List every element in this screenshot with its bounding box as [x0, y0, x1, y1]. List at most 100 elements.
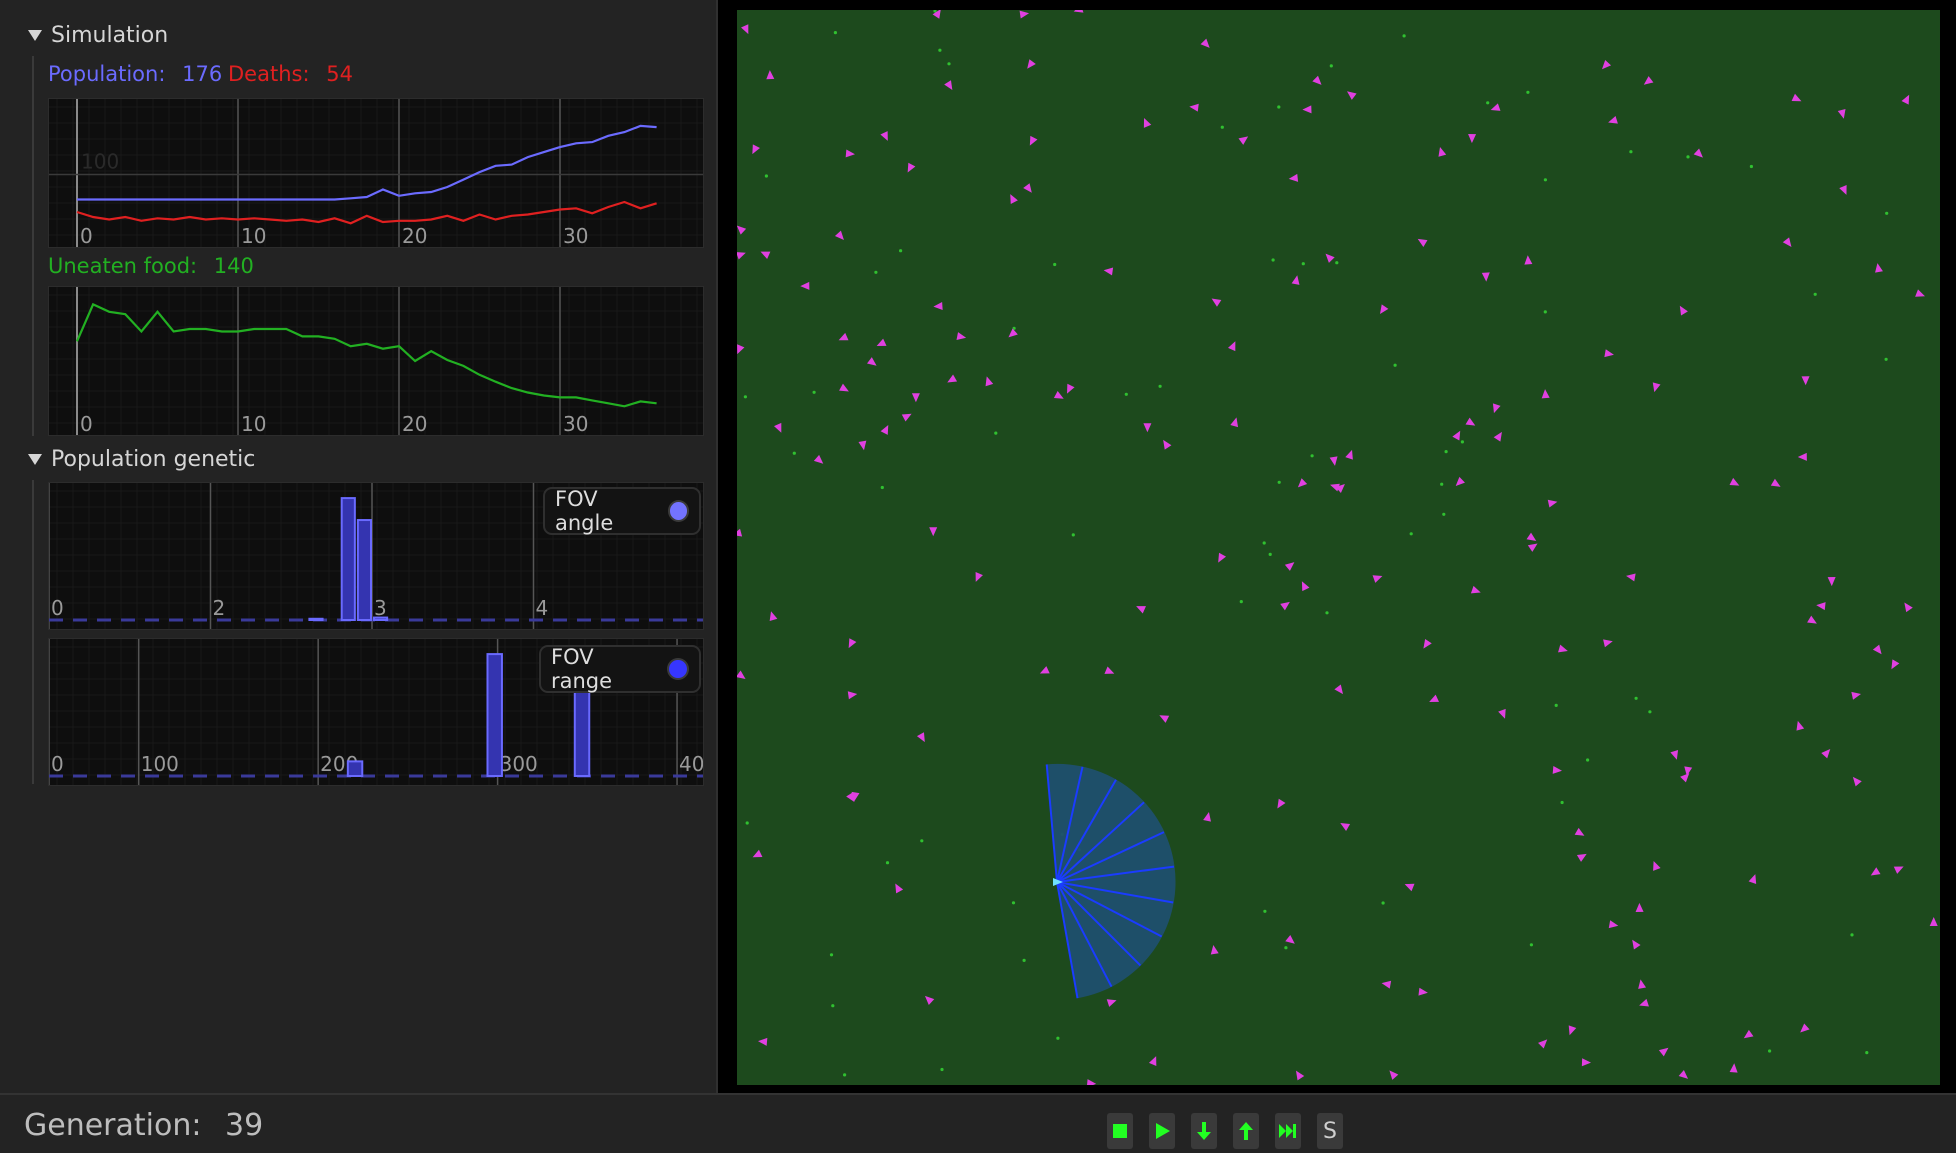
x-tick-label: 3	[374, 596, 387, 620]
y-tick-label: 100	[81, 150, 119, 174]
creature	[880, 131, 888, 141]
creature	[1023, 183, 1032, 193]
creature	[1381, 980, 1392, 989]
creature	[1875, 263, 1883, 273]
fast-forward-button[interactable]	[1275, 1113, 1301, 1149]
food-pellet	[1310, 454, 1314, 458]
population-deaths-chart: 0 10 20 30 100	[49, 99, 703, 247]
creature	[1345, 449, 1353, 460]
creature	[1297, 478, 1308, 488]
x-tick-label: 30	[563, 224, 588, 247]
step-down-button[interactable]	[1191, 1113, 1217, 1149]
creature	[907, 162, 916, 173]
creature	[1816, 602, 1826, 611]
creature	[1143, 423, 1152, 433]
creature	[1782, 237, 1792, 247]
stop-button[interactable]	[1107, 1113, 1133, 1149]
deaths-value: 54	[326, 62, 353, 86]
food-pellet	[1071, 533, 1075, 537]
food-pellet	[1402, 34, 1406, 38]
creature	[1039, 666, 1050, 674]
creature	[1678, 1069, 1689, 1079]
creature	[735, 252, 746, 260]
creature	[1280, 601, 1290, 611]
simulation-world[interactable]	[732, 4, 1940, 1088]
s-button[interactable]: S	[1317, 1113, 1343, 1149]
creature	[901, 413, 912, 422]
arrow-down-icon	[1197, 1122, 1211, 1140]
fov-angle-histogram[interactable]: 0 2 3 4 FOV angle	[48, 482, 704, 630]
creature	[847, 691, 858, 700]
creature	[1019, 10, 1030, 19]
x-tick-label: 40	[679, 752, 703, 776]
food-pellet	[1335, 261, 1339, 265]
x-tick-label: 20	[402, 224, 427, 247]
fov-range-histogram[interactable]: 0 100 200 300 40 FOV range	[48, 638, 704, 786]
creature	[1870, 867, 1881, 876]
creature	[1404, 883, 1415, 892]
food-pellet	[1543, 310, 1547, 314]
food-pellet	[1460, 440, 1464, 444]
skip-forward-icon	[1279, 1124, 1296, 1138]
food-pellet	[1381, 901, 1385, 905]
simulation-header[interactable]: Simulation	[28, 20, 168, 50]
step-up-button[interactable]	[1233, 1113, 1259, 1149]
play-button[interactable]	[1149, 1113, 1175, 1149]
creature	[1498, 708, 1506, 719]
histogram-bar	[486, 653, 503, 777]
creature	[1603, 639, 1613, 648]
world-canvas	[732, 4, 1938, 1088]
fov-range-color-dot[interactable]	[667, 658, 689, 680]
population-stat: Population: 176	[48, 62, 222, 86]
creature	[866, 357, 877, 366]
creature	[1608, 116, 1618, 124]
food-pellet	[1648, 710, 1652, 714]
fov-angle-legend[interactable]: FOV angle	[543, 487, 701, 535]
x-tick-label: 2	[213, 596, 226, 620]
uneaten-food-chart: 0 10 20 30	[49, 287, 703, 435]
food-pellet	[833, 31, 837, 35]
food-pellet	[1442, 512, 1446, 516]
creature	[929, 527, 938, 537]
creature	[1103, 267, 1114, 276]
x-tick-label: 0	[80, 412, 93, 435]
food-pellet	[1634, 696, 1638, 700]
uneaten-food-plot[interactable]: 0 10 20 30	[48, 286, 704, 436]
food-pellet	[1124, 392, 1128, 396]
creature	[1915, 289, 1925, 297]
creature	[1136, 606, 1146, 614]
population-deaths-plot[interactable]: 0 10 20 30 100	[48, 98, 704, 248]
genetic-header[interactable]: Population genetic	[28, 444, 255, 474]
creature	[1211, 298, 1222, 307]
genetic-header-label: Population genetic	[51, 446, 256, 472]
food-pellet	[1053, 262, 1057, 267]
deaths-stat: Deaths: 54	[228, 62, 353, 86]
creature	[1635, 902, 1644, 912]
food-pellet	[994, 431, 998, 435]
creature	[1325, 253, 1335, 263]
food-pellet	[1629, 150, 1633, 154]
collapse-triangle-icon[interactable]	[28, 29, 42, 41]
creature	[1302, 105, 1312, 114]
food-pellet	[1543, 178, 1547, 182]
creature	[839, 383, 849, 392]
creature	[1053, 390, 1064, 399]
collapse-triangle-icon[interactable]	[28, 453, 42, 465]
creature	[1468, 134, 1477, 144]
food-pellet	[1271, 258, 1275, 262]
fov-angle-color-dot[interactable]	[667, 500, 689, 522]
fov-range-legend[interactable]: FOV range	[539, 645, 701, 693]
creature	[774, 422, 782, 433]
creature	[732, 528, 743, 537]
creature	[1653, 861, 1661, 871]
creature	[1159, 715, 1170, 723]
creature	[1670, 750, 1679, 760]
creature	[1312, 75, 1322, 85]
creature	[1010, 194, 1018, 204]
creature	[752, 144, 760, 155]
creature	[1438, 146, 1447, 157]
creature	[1203, 812, 1211, 822]
creature	[1541, 389, 1550, 399]
food-pellet	[1220, 125, 1224, 129]
creature	[1576, 853, 1587, 862]
